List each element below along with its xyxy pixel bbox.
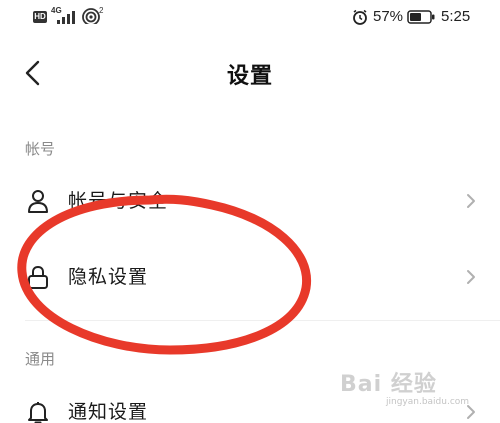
status-bar: HD 4G 2 57% 5:25: [0, 0, 500, 36]
hd-badge: HD: [33, 11, 47, 23]
settings-item-account-security[interactable]: 帐号与安全: [0, 172, 500, 228]
wifi-icon: [82, 8, 100, 24]
person-icon: [28, 190, 48, 213]
section-label-account: 帐号: [25, 140, 56, 158]
settings-item-label: 帐号与安全: [68, 190, 169, 212]
settings-item-privacy[interactable]: 隐私设置: [0, 248, 500, 304]
status-time: 5:25: [441, 8, 471, 25]
settings-item-label: 隐私设置: [68, 266, 149, 288]
settings-item-label: 通知设置: [68, 401, 149, 423]
chevron-right-icon: [467, 194, 475, 208]
baidu-watermark: Bai 经验 jingyan.baidu.com: [340, 366, 490, 416]
bell-icon: [28, 402, 48, 423]
battery-icon: [407, 10, 435, 24]
signal-icon: [57, 11, 75, 24]
chevron-right-icon: [467, 270, 475, 284]
watermark-url: jingyan.baidu.com: [386, 397, 470, 407]
settings-screen: HD 4G 2 57% 5:25 设置 帐号 帐号与安全 隐私设置 通用 通知设…: [0, 0, 500, 423]
section-label-general: 通用: [25, 350, 56, 368]
watermark-logo-text: Bai 经验: [340, 372, 437, 397]
lock-icon: [28, 265, 48, 289]
battery-percent: 57%: [373, 8, 404, 25]
page-title: 设置: [226, 64, 273, 89]
section-divider: [25, 320, 500, 321]
wifi-superscript: 2: [99, 6, 104, 15]
alarm-icon: [353, 9, 367, 25]
